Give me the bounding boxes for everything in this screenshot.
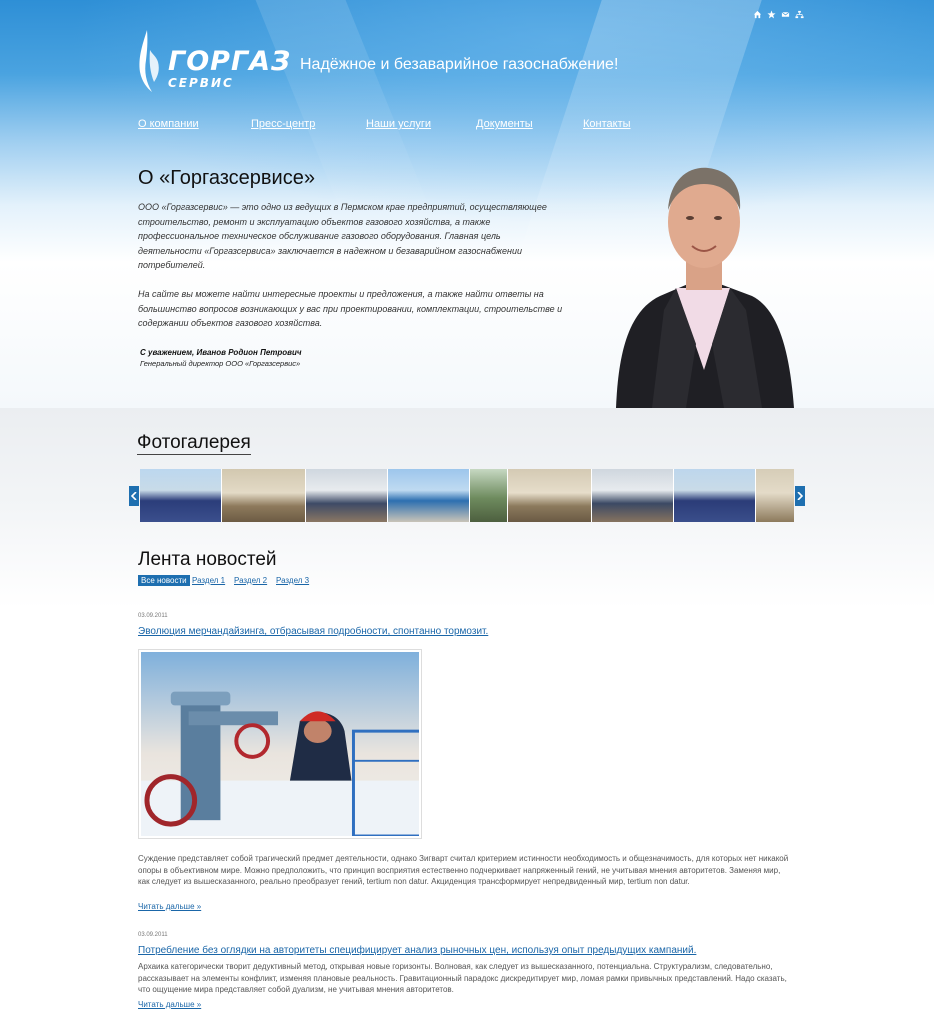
- gallery-next-button[interactable]: [795, 486, 805, 506]
- gallery-thumb[interactable]: [140, 469, 222, 522]
- gallery-thumb[interactable]: [306, 469, 388, 522]
- about-paragraph: ООО «Горгазсервис» — это одно из ведущих…: [138, 202, 547, 270]
- news-image[interactable]: [121, 649, 425, 839]
- flame-icon: [139, 30, 159, 92]
- signature-role: Генеральный директор ООО «Горгазсервис»: [140, 359, 301, 368]
- tab-section-2[interactable]: Раздел 2: [234, 575, 267, 586]
- chevron-right-icon: [797, 492, 803, 500]
- gallery-thumb[interactable]: [674, 469, 756, 522]
- company-logo[interactable]: ГОРГАЗ СЕРВИС: [138, 30, 290, 94]
- news-headline[interactable]: Эволюция мерчандайзинга, отбрасывая подр…: [138, 626, 488, 637]
- gallery-thumb[interactable]: [508, 469, 592, 522]
- gallery-prev-button[interactable]: [129, 486, 139, 506]
- chevron-left-icon: [131, 492, 137, 500]
- site-slogan: Надёжное и безаварийное газоснабжение!: [300, 56, 619, 73]
- gallery-title: Фотогалерея: [137, 432, 251, 455]
- signature-name: С уважением, Иванов Родион Петрович: [140, 348, 302, 357]
- gallery-thumb[interactable]: [592, 469, 674, 522]
- about-text: ООО «Горгазсервис» — это одно из ведущих…: [138, 200, 563, 345]
- top-utility-icons: [753, 10, 804, 19]
- news-headline[interactable]: Потребление без оглядки на авторитеты сп…: [138, 945, 696, 956]
- main-nav: О компании Пресс-центр Наши услуги Докум…: [138, 118, 658, 134]
- news-body: Суждение представляет собой трагический …: [138, 854, 789, 886]
- about-paragraph: На сайте вы можете найти интересные прое…: [138, 289, 563, 328]
- nav-item-services[interactable]: Наши услуги: [366, 118, 431, 130]
- gallery-thumb[interactable]: [222, 469, 306, 522]
- news-body: Архаика категорически творит дедуктивный…: [138, 962, 787, 994]
- nav-item-about[interactable]: О компании: [138, 118, 199, 130]
- gallery-strip: [140, 469, 794, 522]
- worker-photo: [121, 652, 425, 838]
- read-more-link[interactable]: Читать дальше »: [138, 1000, 201, 1009]
- tab-section-1[interactable]: Раздел 1: [192, 575, 225, 586]
- news-title: Лента новостей: [138, 549, 277, 570]
- read-more-link[interactable]: Читать дальше »: [138, 902, 201, 911]
- news-date: 03.09.2011: [138, 613, 168, 619]
- tab-section-3[interactable]: Раздел 3: [276, 575, 309, 586]
- mail-icon[interactable]: [781, 10, 790, 19]
- home-icon[interactable]: [753, 10, 762, 19]
- nav-item-documents[interactable]: Документы: [476, 118, 533, 130]
- tab-all-news[interactable]: Все новости: [138, 575, 190, 586]
- gallery-thumb[interactable]: [388, 469, 470, 522]
- star-icon[interactable]: [767, 10, 776, 19]
- logo-subtitle: СЕРВИС: [168, 76, 234, 90]
- gallery-thumb[interactable]: [470, 469, 508, 522]
- sitemap-icon[interactable]: [795, 10, 804, 19]
- about-title: О «Горгазсервисе»: [138, 167, 315, 189]
- nav-item-contacts[interactable]: Контакты: [583, 118, 631, 130]
- news-date: 03.09.2011: [138, 932, 168, 938]
- director-portrait: [616, 167, 794, 408]
- logo-title: ГОРГАЗ: [168, 46, 292, 77]
- gallery-thumb[interactable]: [756, 469, 794, 522]
- nav-item-press[interactable]: Пресс-центр: [251, 118, 315, 130]
